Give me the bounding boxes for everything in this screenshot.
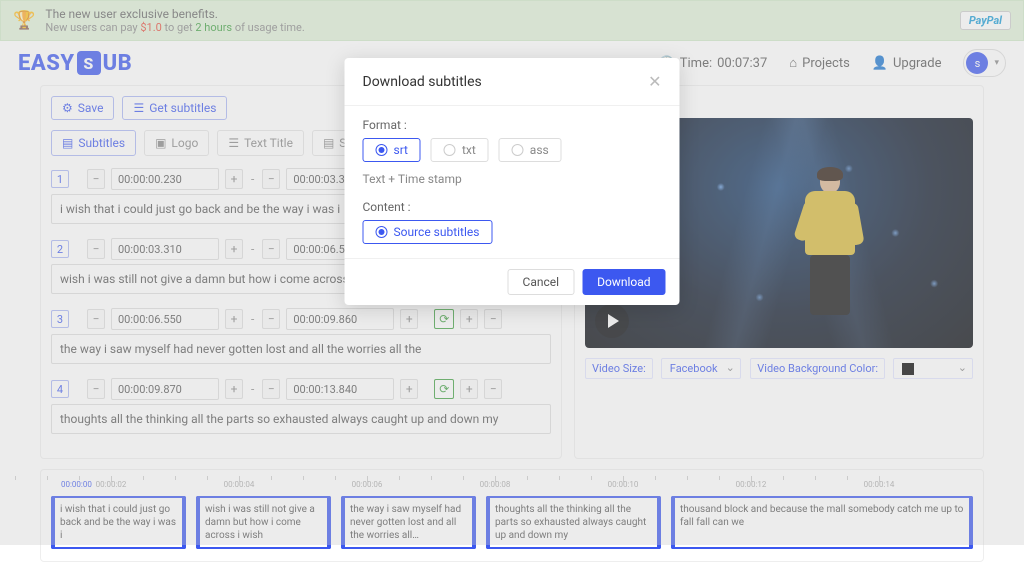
download-modal: Download subtitles ✕ Format : srt txt as… [345,58,680,305]
cancel-button[interactable]: Cancel [508,269,575,295]
radio-icon [444,144,456,156]
radio-icon [376,144,388,156]
download-button[interactable]: Download [582,269,665,295]
content-label: Content : [363,200,662,214]
radio-icon [376,226,388,238]
modal-title: Download subtitles [363,74,482,90]
format-opt-txt[interactable]: txt [431,138,489,162]
close-icon[interactable]: ✕ [648,72,661,91]
format-opt-srt[interactable]: srt [363,138,421,162]
radio-icon [512,144,524,156]
format-opt-ass[interactable]: ass [499,138,562,162]
format-label: Format : [363,118,662,132]
format-hint: Text + Time stamp [363,172,662,186]
content-opt-source[interactable]: Source subtitles [363,220,493,244]
